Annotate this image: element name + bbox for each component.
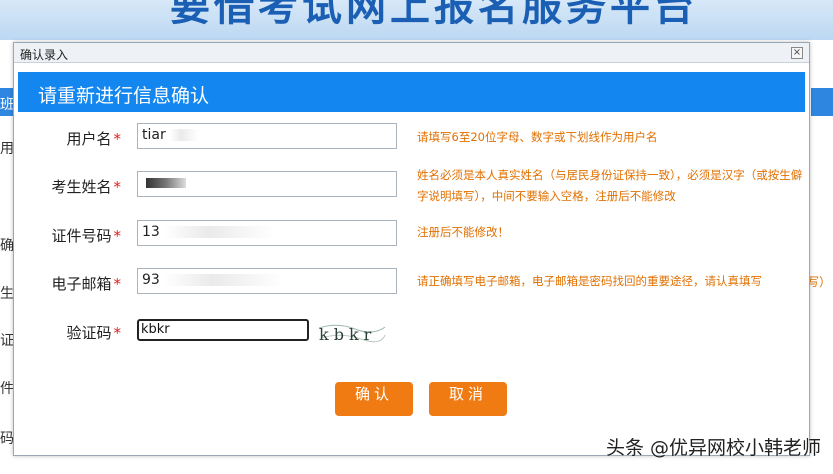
username-label: 用户名 *: [66, 128, 121, 149]
dialog-banner-title: 请重新进行信息确认: [38, 85, 210, 107]
dialog-titlebar: 确认录入 ×: [14, 43, 809, 63]
idnumber-label-text: 证件号码: [51, 227, 112, 245]
background-left-glyph: 件: [0, 381, 14, 397]
background-left-glyph: 确: [0, 238, 14, 254]
confirm-button[interactable]: 确认: [335, 382, 413, 416]
redaction-mask: [163, 226, 274, 238]
captcha-input[interactable]: kbkr: [137, 319, 309, 341]
background-banner-title: 要借考试网上报名服务平台: [170, 0, 698, 30]
dialog-banner: 请重新进行信息确认: [18, 72, 805, 112]
background-right-stripe: [811, 88, 833, 116]
required-mark: *: [113, 275, 122, 293]
background-right-glyph: 写）: [806, 275, 831, 289]
email-value: 93: [142, 272, 160, 288]
confirm-dialog: 确认录入 × 请重新进行信息确认 用户名 * tiar 请填写6至20位字母、数字…: [13, 42, 810, 456]
email-input[interactable]: 93: [137, 268, 397, 294]
realname-hint: 姓名必须是本人真实姓名（与居民身份证保持一致），必须是汉字（或按生僻字说明填写）…: [417, 168, 803, 203]
background-left-glyph: 班: [0, 97, 14, 113]
cancel-button[interactable]: 取消: [429, 382, 507, 416]
redaction-mask: [169, 129, 198, 141]
dialog-title: 确认录入: [20, 48, 69, 62]
email-hint: 请正确填写电子邮箱，电子邮箱是密码找回的重要途径，请认真填写: [417, 274, 762, 288]
background-header: 要借考试网上报名服务平台: [0, 0, 833, 40]
background-left-glyph: 用: [0, 141, 14, 157]
username-hint: 请填写6至20位字母、数字或下划线作为用户名: [417, 130, 658, 144]
realname-input[interactable]: [137, 171, 397, 197]
idnumber-hint: 注册后不能修改！: [417, 225, 509, 239]
email-label: 电子邮箱 *: [51, 273, 121, 294]
captcha-label-text: 验证码: [66, 324, 112, 342]
background-left-glyph: 码: [0, 431, 14, 447]
background-left-glyph: 生: [0, 286, 14, 302]
username-input[interactable]: tiar: [137, 123, 397, 149]
close-icon[interactable]: ×: [791, 47, 803, 59]
required-mark: *: [113, 324, 122, 342]
captcha-image[interactable]: kbkr: [317, 320, 387, 344]
username-label-text: 用户名: [66, 130, 112, 148]
required-mark: *: [113, 130, 122, 148]
watermark: 头条 @优异网校小韩老师: [605, 437, 821, 459]
redaction-mask: [163, 274, 284, 286]
captcha-label: 验证码 *: [66, 322, 121, 343]
background-left-glyph: 证: [0, 333, 14, 349]
idnumber-label: 证件号码 *: [51, 225, 121, 246]
realname-label: 考生姓名 *: [51, 176, 121, 197]
realname-label-text: 考生姓名: [51, 178, 112, 196]
redaction-mask: [146, 178, 186, 188]
email-label-text: 电子邮箱: [51, 275, 112, 293]
idnumber-value: 13: [142, 224, 160, 240]
required-mark: *: [113, 227, 122, 245]
required-mark: *: [113, 178, 122, 196]
username-value: tiar: [142, 127, 166, 143]
idnumber-input[interactable]: 13: [137, 220, 397, 246]
captcha-text: kbkr: [319, 325, 376, 344]
